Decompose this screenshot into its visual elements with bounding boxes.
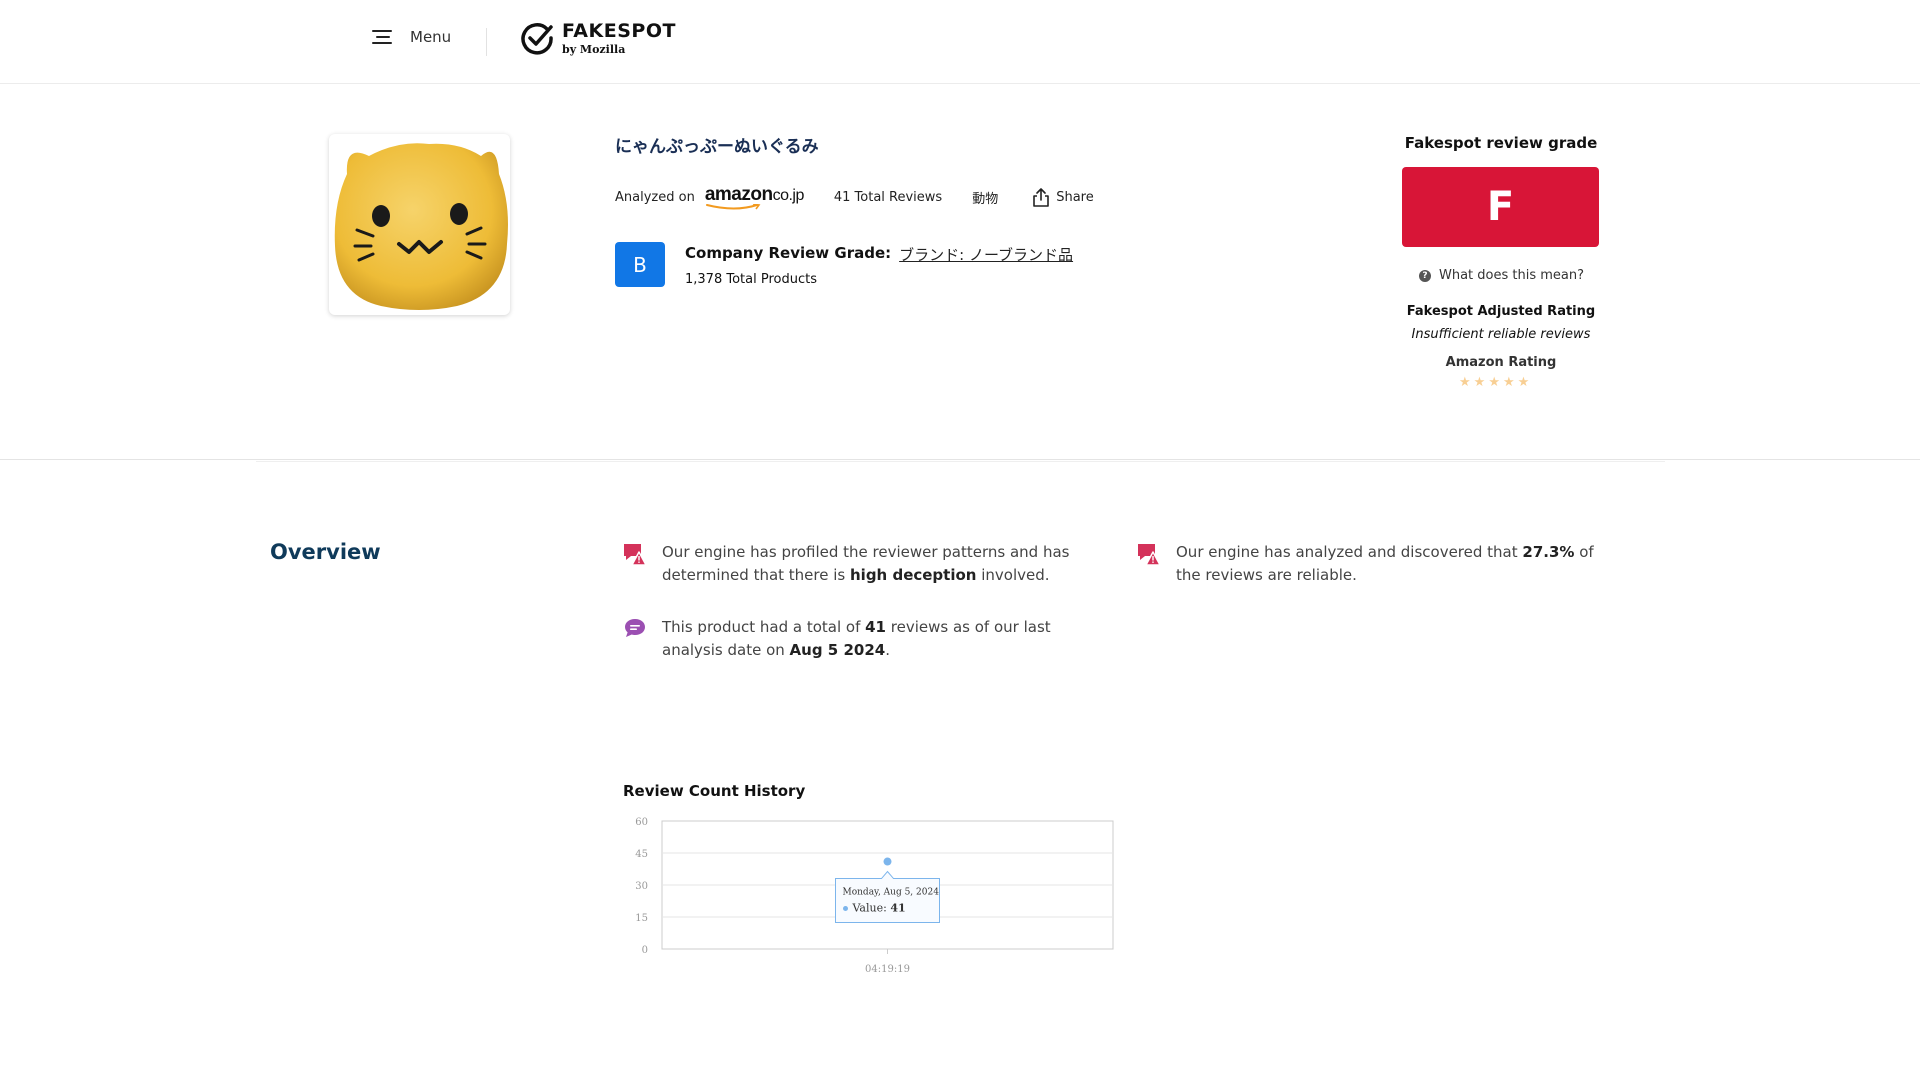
star-icon: ★ <box>1459 375 1471 390</box>
amazon-smile-icon <box>705 203 761 209</box>
share-label: Share <box>1056 189 1094 205</box>
star-icon: ★ <box>1502 375 1515 390</box>
star-icon: ★ <box>1473 375 1486 390</box>
chat-bubble-icon <box>625 619 645 637</box>
adjusted-rating-value: Insufficient reliable reviews <box>1411 327 1591 342</box>
insight-reliable: Our engine has analyzed and discovered t… <box>1136 541 1616 587</box>
review-grade-title: Fakespot review grade <box>1404 134 1598 152</box>
y-tick-label: 60 <box>635 817 648 828</box>
tooltip-label: Value: 41 <box>852 902 906 915</box>
what-does-this-mean-label: What does this mean? <box>1439 268 1585 283</box>
question-icon: ? <box>1419 269 1431 282</box>
analyzed-on-label: Analyzed on <box>615 189 695 205</box>
top-header: Menu FAKESPOT by Mozilla <box>0 0 1920 84</box>
insight-deception: Our engine has profiled the reviewer pat… <box>622 541 1102 587</box>
what-does-this-mean-link[interactable]: ? What does this mean? <box>1419 268 1584 283</box>
insight-reliable-text: Our engine has analyzed and discovered t… <box>1176 543 1594 584</box>
chart-title: Review Count History <box>623 782 806 800</box>
tooltip-marker <box>843 906 848 912</box>
amazon-logo[interactable]: amazonco.jp <box>705 185 804 210</box>
company-total-products: 1,378 Total Products <box>685 272 817 287</box>
total-reviews: 41 Total Reviews <box>833 189 943 205</box>
insight-review-total-text: This product had a total of 41 reviews a… <box>662 618 1051 659</box>
share-icon <box>1033 188 1050 207</box>
overview-title: Overview <box>270 540 381 564</box>
share-button[interactable]: Share <box>1032 187 1094 207</box>
company-grade-block: B Company Review Grade: ブランド: ノーブランド品 1,… <box>615 242 1073 287</box>
y-tick-label: 30 <box>635 881 648 892</box>
logo-subtitle: by Mozilla <box>562 42 626 56</box>
data-point <box>883 857 892 866</box>
amazon-rating-title: Amazon Rating <box>1445 355 1557 370</box>
y-tick-label: 15 <box>635 913 648 924</box>
section-divider-inner <box>256 461 1665 462</box>
menu-label: Menu <box>410 28 452 46</box>
product-meta-row: Analyzed on amazonco.jp 41 Total Reviews… <box>615 184 1094 210</box>
insight-review-total: This product had a total of 41 reviews a… <box>622 616 1102 662</box>
review-count-chart: 0 15 30 45 60 04:19:19 Monday, Aug 5, 2024 Valu… <box>635 817 1114 975</box>
check-circle-logo-icon <box>521 23 553 55</box>
star-icon: ★ <box>1517 375 1530 390</box>
amazon-rating-stars: ★ ★ ★ ★ ★ <box>1459 376 1529 389</box>
review-warning-icon <box>1138 544 1161 566</box>
y-tick-label: 0 <box>642 945 648 956</box>
hamburger-icon <box>372 29 394 45</box>
adjusted-rating-title: Fakespot Adjusted Rating <box>1406 304 1596 319</box>
cat-plush-image <box>334 143 508 310</box>
x-tick-label: 04:19:19 <box>865 964 910 975</box>
logo-title: FAKESPOT <box>562 19 676 42</box>
review-grade-badge: F <box>1402 167 1599 247</box>
company-brand-link[interactable]: ブランド: ノーブランド品 <box>899 244 1073 265</box>
category-label[interactable]: 動物 <box>972 188 998 207</box>
tooltip-date: Monday, Aug 5, 2024 <box>843 888 940 898</box>
y-tick-label: 45 <box>635 849 648 860</box>
company-grade-badge: B <box>615 242 665 287</box>
header-divider <box>486 28 487 56</box>
menu-button[interactable]: Menu <box>372 28 451 46</box>
product-title[interactable]: にゃんぷっぷーぬいぐるみ <box>615 132 819 157</box>
analyzed-on: Analyzed on amazonco.jp <box>615 185 804 210</box>
star-icon: ★ <box>1488 375 1500 390</box>
product-image <box>329 134 510 315</box>
insight-deception-text: Our engine has profiled the reviewer pat… <box>662 543 1070 584</box>
section-divider <box>0 459 1920 460</box>
review-warning-icon <box>624 544 647 566</box>
fakespot-logo[interactable]: FAKESPOT by Mozilla <box>520 21 676 55</box>
company-grade-label: Company Review Grade: <box>685 244 892 262</box>
